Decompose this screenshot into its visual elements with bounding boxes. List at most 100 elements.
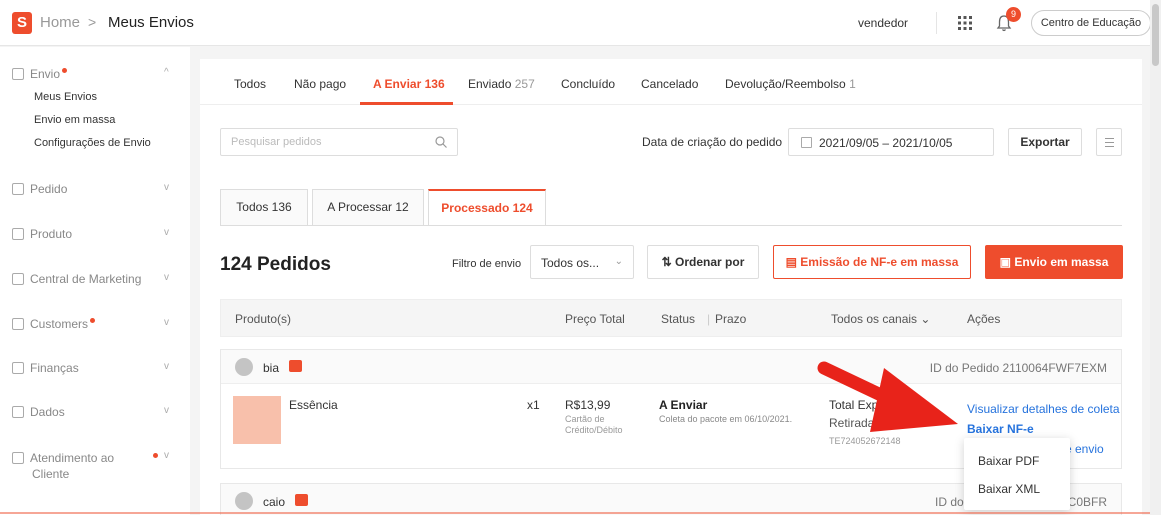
product-name[interactable]: Essência — [289, 398, 338, 412]
payment-method: Cartão de Crédito/Débito — [565, 414, 623, 435]
mass-ship-button[interactable]: ▣ Envio em massa — [985, 245, 1123, 279]
users-icon — [12, 318, 24, 330]
header-product: Produto(s) — [235, 312, 292, 326]
chevron-up-icon[interactable]: ^ — [164, 67, 169, 78]
chevron-down-icon: ⌄ — [614, 256, 623, 267]
order-header: bia ID do Pedido 2110064FWF7EXM — [221, 350, 1121, 384]
order-status-tabs: Todos Não pago A Enviar 136 Enviado 257 … — [200, 59, 1142, 105]
header-status: Status — [661, 312, 696, 326]
sidebar-section-financas[interactable]: Finanças — [12, 361, 79, 375]
divider — [936, 12, 937, 34]
breadcrumb-home[interactable]: Home — [40, 14, 80, 31]
tab-devolucao[interactable]: Devolução/Reembolso 1 — [725, 77, 856, 91]
chevron-down-icon[interactable]: v — [164, 272, 169, 283]
tab-todos[interactable]: Todos — [234, 77, 266, 91]
sidebar-item-envio-em-massa[interactable]: Envio em massa — [34, 114, 115, 126]
header-deadline: Prazo — [715, 312, 747, 326]
chevron-down-icon[interactable]: v — [164, 182, 169, 193]
download-pdf-option[interactable]: Baixar PDF — [978, 454, 1039, 468]
apps-grid-icon[interactable] — [958, 16, 972, 30]
pickup-date: Coleta do pacote em 06/10/2021. — [659, 414, 793, 424]
carrier-name: Total Expre — [829, 398, 890, 412]
export-button[interactable]: Exportar — [1008, 128, 1082, 156]
alert-dot — [90, 318, 96, 323]
document-icon: ▤ — [785, 255, 797, 269]
search-icon[interactable] — [435, 136, 447, 148]
box-icon: ▣ — [999, 255, 1011, 269]
menu-line — [1105, 142, 1114, 143]
calendar-icon — [801, 137, 812, 148]
chat-icon[interactable] — [289, 360, 302, 372]
shipping-action-link[interactable]: e envio — [1065, 442, 1104, 456]
sort-button[interactable]: ⇅ Ordenar por — [647, 245, 759, 279]
tab-a-enviar[interactable]: A Enviar 136 — [373, 77, 445, 91]
tab-enviado[interactable]: Enviado 257 — [468, 77, 535, 91]
user-name[interactable]: vendedor — [858, 16, 908, 30]
download-nfe-link[interactable]: Baixar NF-e — [967, 422, 1034, 436]
notification-badge: 9 — [1006, 7, 1021, 22]
order-price: R$13,99 — [565, 398, 611, 412]
search-input[interactable]: Pesquisar pedidos — [220, 128, 458, 156]
scrollbar-thumb[interactable] — [1152, 4, 1159, 66]
chat-bubble-icon — [12, 452, 24, 464]
nfe-mass-button[interactable]: ▤ Emissão de NF-e em massa — [773, 245, 971, 279]
subtab-processado[interactable]: Processado 124 — [428, 189, 546, 225]
top-bar: S Home > Meus Envios vendedor 9 Centro d… — [0, 0, 1161, 46]
alert-dot — [62, 68, 68, 73]
chevron-down-icon[interactable]: v — [164, 450, 169, 461]
sidebar-section-marketing[interactable]: Central de Marketing — [12, 272, 141, 286]
product-qty: x1 — [527, 398, 540, 412]
subtab-todos[interactable]: Todos 136 — [220, 189, 308, 225]
active-tab-indicator — [360, 102, 453, 105]
subtab-a-processar[interactable]: A Processar 12 — [312, 189, 424, 225]
tab-cancelado[interactable]: Cancelado — [641, 77, 698, 91]
buyer-name[interactable]: caio — [263, 495, 285, 509]
chart-icon — [12, 406, 24, 418]
channels-filter[interactable]: Todos os canais ⌄ — [831, 312, 930, 326]
sidebar-section-pedido[interactable]: Pedido — [12, 182, 67, 196]
clipboard-icon — [12, 183, 24, 195]
tab-nao-pago[interactable]: Não pago — [294, 77, 346, 91]
order-status: A Enviar — [659, 398, 708, 412]
chevron-down-icon[interactable]: v — [164, 405, 169, 416]
breadcrumb-current: Meus Envios — [108, 14, 194, 31]
ship-filter-select[interactable]: Todos os... ⌄ — [530, 245, 634, 279]
product-thumbnail[interactable] — [233, 396, 281, 444]
avatar — [235, 358, 253, 376]
divider — [0, 512, 1161, 514]
scrollbar[interactable] — [1150, 0, 1161, 515]
chevron-down-icon[interactable]: v — [164, 361, 169, 372]
download-xml-option[interactable]: Baixar XML — [978, 482, 1040, 496]
sidebar-section-produto[interactable]: Produto — [12, 227, 72, 241]
sidebar-item-configuracoes-envio[interactable]: Configurações de Envio — [34, 137, 151, 149]
list-menu-button[interactable] — [1096, 128, 1122, 156]
divider — [220, 225, 1122, 226]
education-center-button[interactable]: Centro de Educação — [1031, 10, 1151, 36]
buyer-name[interactable]: bia — [263, 361, 279, 375]
chevron-down-icon[interactable]: v — [164, 227, 169, 238]
chat-icon[interactable] — [295, 494, 308, 506]
sidebar-section-dados[interactable]: Dados — [12, 405, 65, 419]
order-id-prefix: ID do — [935, 495, 964, 509]
shopee-logo-icon[interactable]: S — [12, 12, 32, 34]
chevron-down-icon[interactable]: v — [164, 317, 169, 328]
sidebar-section-atendimento[interactable]: Atendimento ao Cliente — [12, 450, 114, 482]
order-id: ID do Pedido 2110064FWF7EXM — [929, 361, 1107, 375]
tab-concluido[interactable]: Concluído — [561, 77, 615, 91]
date-filter-label: Data de criação do pedido — [642, 135, 783, 149]
tracking-number: TE724052672148 — [829, 436, 901, 446]
sidebar-item-meus-envios[interactable]: Meus Envios — [34, 91, 97, 103]
box-icon — [12, 228, 24, 240]
view-pickup-details-link[interactable]: Visualizar detalhes de coleta — [967, 402, 1120, 416]
sidebar-section-envio[interactable]: Envio — [12, 67, 68, 81]
breadcrumb-separator: > — [88, 14, 97, 30]
alert-dot — [153, 453, 158, 458]
ship-filter-label: Filtro de envio — [452, 258, 522, 270]
menu-line — [1105, 146, 1114, 147]
menu-line — [1105, 138, 1114, 139]
sidebar: Envio ^ Meus Envios Envio em massa Confi… — [0, 47, 190, 515]
date-range-picker[interactable]: 2021/09/05 – 2021/10/05 — [788, 128, 994, 156]
sidebar-section-customers[interactable]: Customers — [12, 317, 96, 331]
nfe-download-menu: Baixar PDF Baixar XML — [964, 438, 1070, 510]
header-actions: Ações — [967, 312, 1001, 326]
